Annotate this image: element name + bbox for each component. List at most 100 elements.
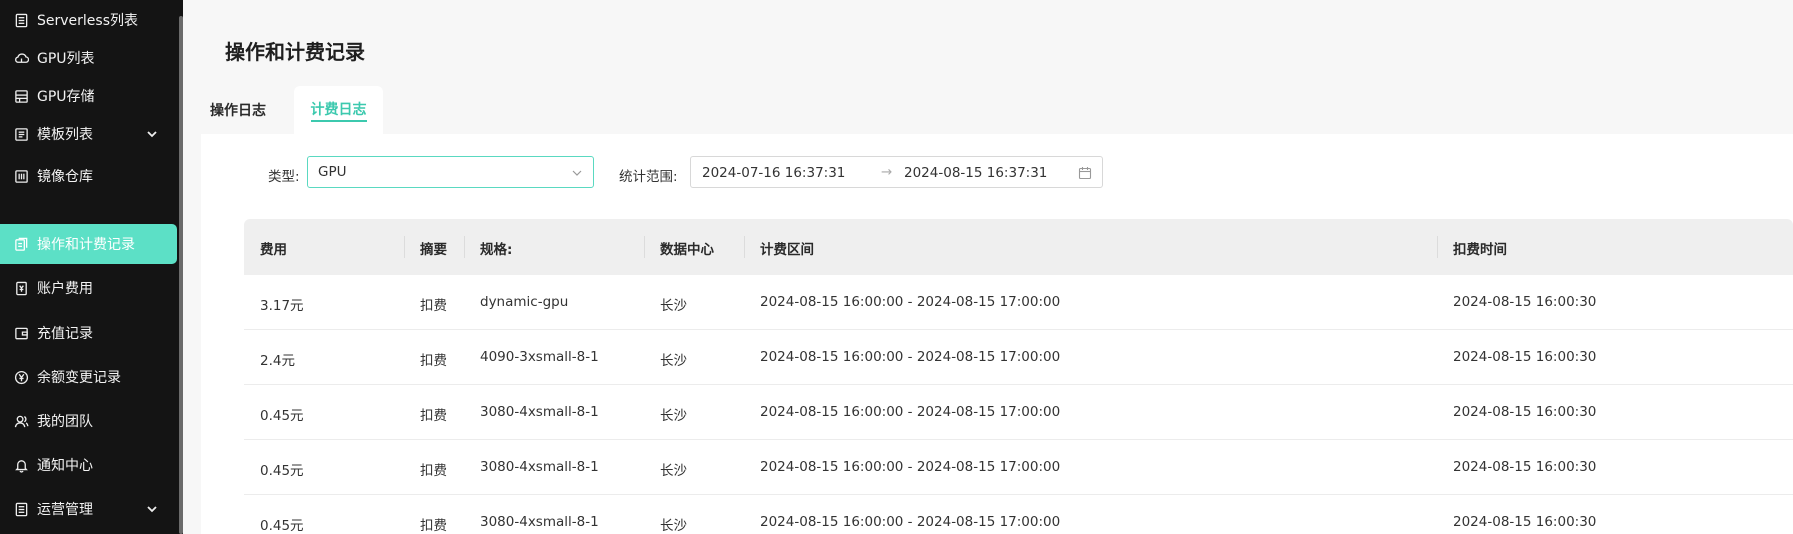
sidebar-item-gpu-list[interactable]: GPU列表	[0, 38, 177, 78]
sidebar-item-label: 余额变更记录	[37, 370, 121, 386]
cloud-icon	[13, 50, 29, 66]
cell-fee: 3.17元	[260, 298, 304, 314]
image-repo-icon	[13, 168, 29, 184]
sidebar-item-my-team[interactable]: 我的团队	[0, 401, 177, 441]
tab-billing-logs[interactable]: 计费日志	[294, 86, 383, 134]
sidebar-item-label: GPU列表	[37, 51, 95, 67]
billing-panel: 类型: GPU 统计范围: 2024-07-16 16:37:31 → 2024…	[201, 134, 1793, 534]
cell-fee: 0.45元	[260, 518, 304, 534]
sidebar-item-label: 账户费用	[37, 281, 93, 297]
table-row[interactable]: 2.4元 扣费 4090-3xsmall-8-1 长沙 2024-08-15 1…	[244, 330, 1793, 385]
list-icon	[13, 12, 29, 28]
range-label: 统计范围:	[619, 169, 678, 185]
cell-summary: 扣费	[420, 518, 447, 534]
sidebar-item-ops-management[interactable]: 运营管理	[0, 489, 177, 529]
team-icon	[13, 413, 29, 429]
column-divider	[1437, 236, 1438, 258]
records-icon	[13, 236, 29, 252]
cell-summary: 扣费	[420, 298, 447, 314]
cell-spec: 3080-4xsmall-8-1	[480, 459, 599, 475]
column-divider	[644, 236, 645, 258]
sidebar: Serverless列表 GPU列表 GPU存储 模板列表 镜像仓库 操作和计费…	[0, 0, 183, 534]
sidebar-item-recharge-records[interactable]: 充值记录	[0, 313, 177, 353]
sidebar-item-records[interactable]: 操作和计费记录	[0, 224, 177, 264]
cell-summary: 扣费	[420, 463, 447, 479]
tab-label: 操作日志	[210, 103, 266, 119]
sidebar-item-label: Serverless列表	[37, 13, 139, 29]
table-row[interactable]: 3.17元 扣费 dynamic-gpu 长沙 2024-08-15 16:00…	[244, 275, 1793, 330]
sidebar-item-label: 我的团队	[37, 414, 93, 430]
main-content: 操作和计费记录 操作日志 计费日志 类型: GPU 统计范围: 2024-07-…	[183, 0, 1793, 534]
app-root: Serverless列表 GPU列表 GPU存储 模板列表 镜像仓库 操作和计费…	[0, 0, 1793, 534]
sidebar-item-notifications[interactable]: 通知中心	[0, 445, 177, 485]
sidebar-item-label: 充值记录	[37, 326, 93, 342]
bell-icon	[13, 457, 29, 473]
sidebar-item-gpu-storage[interactable]: GPU存储	[0, 76, 177, 116]
cell-fee: 0.45元	[260, 408, 304, 424]
cell-fee: 0.45元	[260, 463, 304, 479]
date-range-picker[interactable]: 2024-07-16 16:37:31 → 2024-08-15 16:37:3…	[690, 156, 1103, 188]
cell-summary: 扣费	[420, 408, 447, 424]
sidebar-item-label: 模板列表	[37, 127, 93, 143]
cell-spec: 3080-4xsmall-8-1	[480, 514, 599, 530]
sidebar-item-template-list[interactable]: 模板列表	[0, 114, 177, 154]
cell-datacenter: 长沙	[660, 518, 687, 534]
cell-deduct-time: 2024-08-15 16:00:30	[1453, 294, 1597, 310]
cell-spec: dynamic-gpu	[480, 294, 569, 310]
header-spec: 规格:	[480, 242, 513, 258]
tab-bar: 操作日志 计费日志	[183, 86, 1793, 134]
account-fee-icon	[13, 280, 29, 296]
table-row[interactable]: 0.45元 扣费 3080-4xsmall-8-1 长沙 2024-08-15 …	[244, 385, 1793, 440]
range-end-input[interactable]: 2024-08-15 16:37:31	[904, 165, 1047, 181]
header-billing-period: 计费区间	[760, 242, 814, 258]
type-select[interactable]: GPU	[307, 156, 594, 188]
cell-spec: 3080-4xsmall-8-1	[480, 404, 599, 420]
sidebar-item-serverless-list[interactable]: Serverless列表	[0, 0, 177, 40]
sidebar-item-label: 镜像仓库	[37, 169, 93, 185]
cell-deduct-time: 2024-08-15 16:00:30	[1453, 404, 1597, 420]
sidebar-item-balance-changes[interactable]: 余额变更记录	[0, 357, 177, 397]
range-start-input[interactable]: 2024-07-16 16:37:31	[702, 165, 845, 181]
cell-billing-period: 2024-08-15 16:00:00 - 2024-08-15 17:00:0…	[760, 459, 1061, 475]
type-label: 类型:	[268, 169, 300, 185]
table-row[interactable]: 0.45元 扣费 3080-4xsmall-8-1 长沙 2024-08-15 …	[244, 440, 1793, 495]
cell-billing-period: 2024-08-15 16:00:00 - 2024-08-15 17:00:0…	[760, 294, 1061, 310]
table-header: 费用 摘要 规格: 数据中心 计费区间 扣费时间	[244, 219, 1793, 275]
column-divider	[464, 236, 465, 258]
header-datacenter: 数据中心	[660, 242, 714, 258]
header-deduct-time: 扣费时间	[1453, 242, 1507, 258]
arrow-right-icon: →	[881, 164, 893, 180]
sidebar-item-account-fee[interactable]: 账户费用	[0, 268, 177, 308]
template-icon	[13, 126, 29, 142]
chevron-down-icon[interactable]	[145, 127, 159, 141]
cell-deduct-time: 2024-08-15 16:00:30	[1453, 349, 1597, 365]
page-title: 操作和计费记录	[225, 40, 365, 64]
cell-datacenter: 长沙	[660, 353, 687, 369]
sidebar-item-label: 操作和计费记录	[37, 237, 135, 253]
header-fee: 费用	[260, 242, 287, 258]
cell-summary: 扣费	[420, 353, 447, 369]
cell-billing-period: 2024-08-15 16:00:00 - 2024-08-15 17:00:0…	[760, 514, 1061, 530]
column-divider	[404, 236, 405, 258]
sidebar-item-image-repo[interactable]: 镜像仓库	[0, 156, 177, 196]
sidebar-item-label: 通知中心	[37, 458, 93, 474]
storage-icon	[13, 88, 29, 104]
column-divider	[744, 236, 745, 258]
table-row[interactable]: 0.45元 扣费 3080-4xsmall-8-1 长沙 2024-08-15 …	[244, 495, 1793, 534]
sidebar-item-label: GPU存储	[37, 89, 95, 105]
cell-billing-period: 2024-08-15 16:00:00 - 2024-08-15 17:00:0…	[760, 349, 1061, 365]
filter-bar: 类型: GPU 统计范围: 2024-07-16 16:37:31 → 2024…	[201, 156, 1793, 190]
sidebar-item-label: 运营管理	[37, 502, 93, 518]
cell-spec: 4090-3xsmall-8-1	[480, 349, 599, 365]
cell-datacenter: 长沙	[660, 463, 687, 479]
cell-datacenter: 长沙	[660, 408, 687, 424]
yen-icon	[13, 369, 29, 385]
header-summary: 摘要	[420, 242, 447, 258]
chevron-down-icon[interactable]	[145, 502, 159, 516]
tab-operation-logs[interactable]: 操作日志	[183, 86, 293, 134]
type-select-value: GPU	[318, 164, 347, 180]
calendar-icon[interactable]	[1078, 166, 1092, 180]
cell-billing-period: 2024-08-15 16:00:00 - 2024-08-15 17:00:0…	[760, 404, 1061, 420]
tab-label: 计费日志	[310, 99, 367, 122]
ops-icon	[13, 501, 29, 517]
